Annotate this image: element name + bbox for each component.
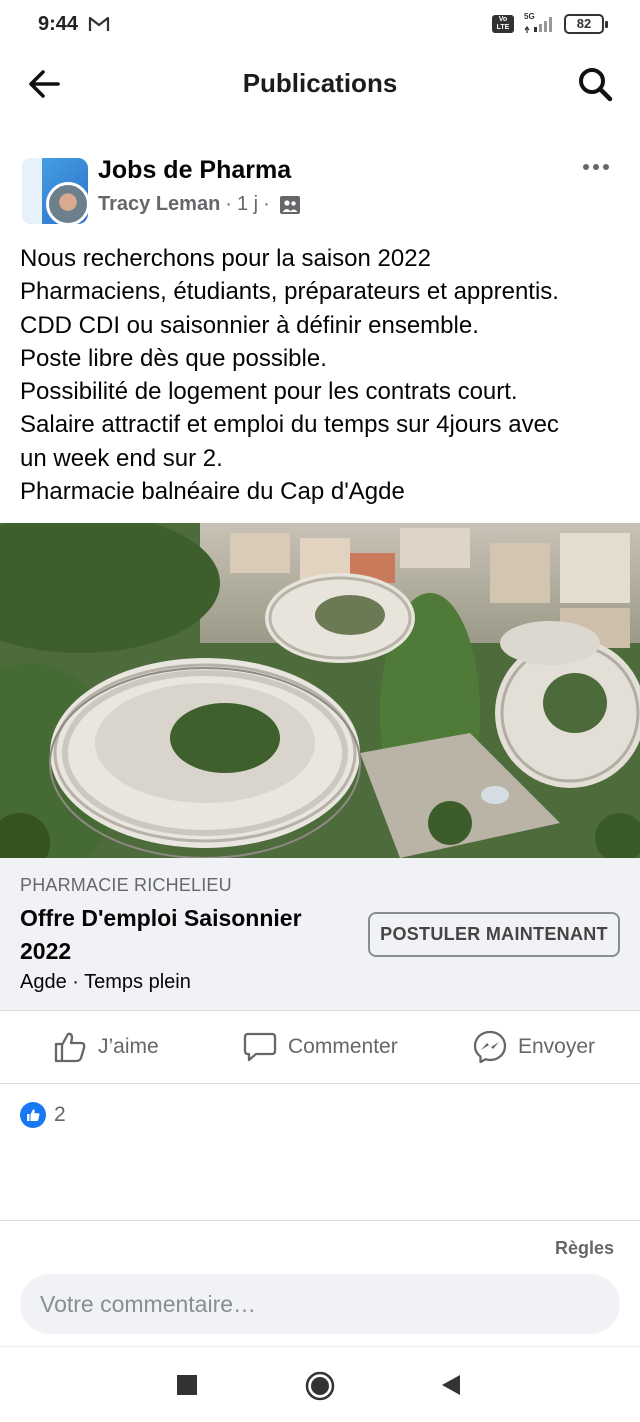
send-button[interactable]: Envoyer <box>472 1011 595 1083</box>
post-line: Pharmacie balnéaire du Cap d'Agde <box>20 478 405 506</box>
reaction-summary[interactable]: 2 <box>20 1102 66 1128</box>
comment-bubble-icon <box>243 1032 277 1062</box>
like-label: J’aime <box>98 1035 159 1058</box>
group-name[interactable]: Jobs de Pharma <box>98 156 291 185</box>
post-line: un week end sur 2. <box>20 444 223 472</box>
post-action-bar: J’aime Commenter Envoyer <box>0 1010 640 1084</box>
post-line: Nous recherchons pour la saison 2022 <box>20 245 431 272</box>
meta-separator: · <box>225 193 232 215</box>
link-preview-card[interactable]: PHARMACIE RICHELIEU Offre D'emploi Saiso… <box>0 858 640 1010</box>
aerial-building-illustration <box>0 523 640 858</box>
status-bar: 9:44 Vo LTE 5G 82 <box>0 0 640 50</box>
system-nav-bar <box>0 1346 640 1422</box>
post-line: Possibilité de logement pour les contrat… <box>20 378 518 406</box>
post-meta: Tracy Leman · 1 j · <box>98 193 301 216</box>
battery-indicator: 82 <box>564 14 608 34</box>
link-subtitle: Agde · Temps plein <box>20 971 191 993</box>
search-icon[interactable] <box>574 64 616 104</box>
app-header: Publications <box>0 50 640 118</box>
post-line: Poste libre dès que possible. <box>20 344 327 372</box>
like-button[interactable]: J’aime <box>52 1011 159 1083</box>
rules-link[interactable]: Règles <box>555 1238 614 1259</box>
home-icon[interactable] <box>305 1371 335 1401</box>
recent-apps-icon[interactable] <box>177 1375 197 1395</box>
like-count: 2 <box>54 1103 66 1126</box>
divider <box>0 1220 640 1221</box>
send-label: Envoyer <box>518 1035 596 1058</box>
link-source: PHARMACIE RICHELIEU <box>20 875 232 895</box>
post-line: CDD CDI ou saisonnier à définir ensemble… <box>20 311 479 339</box>
messenger-icon <box>473 1030 507 1064</box>
comment-label: Commenter <box>288 1035 398 1058</box>
apply-now-button[interactable]: POSTULER MAINTENANT <box>368 912 620 957</box>
post-header: Jobs de Pharma Tracy Leman · 1 j · <box>0 148 640 230</box>
like-reaction-icon <box>20 1102 46 1128</box>
network-type: 5G <box>524 12 535 21</box>
post-line: Salaire attractif et emploi du temps sur… <box>20 411 559 439</box>
meta-separator: · <box>263 193 270 215</box>
more-options-icon[interactable] <box>582 160 610 174</box>
author-avatar[interactable] <box>46 182 90 226</box>
group-privacy-icon <box>279 195 300 214</box>
back-triangle-icon[interactable] <box>440 1373 462 1397</box>
comment-input[interactable] <box>20 1274 620 1334</box>
comment-button[interactable]: Commenter <box>242 1011 398 1083</box>
gmail-icon <box>88 16 110 31</box>
link-title[interactable]: Offre D'emploi Saisonnier 2022 <box>20 902 340 968</box>
post-image[interactable] <box>0 523 640 858</box>
signal-icon: 5G <box>522 12 556 34</box>
thumbs-up-icon <box>54 1032 86 1063</box>
post-line: Pharmaciens, étudiants, préparateurs et … <box>20 278 559 306</box>
status-time: 9:44 <box>38 13 79 35</box>
status-icons: Vo LTE 5G 82 <box>492 12 608 34</box>
post-text: Nous recherchons pour la saison 2022 Pha… <box>20 242 625 508</box>
page-title: Publications <box>242 68 398 98</box>
author-name[interactable]: Tracy Leman <box>98 193 220 216</box>
volte-icon: Vo LTE <box>492 15 514 33</box>
post-time[interactable]: 1 j <box>237 193 258 216</box>
